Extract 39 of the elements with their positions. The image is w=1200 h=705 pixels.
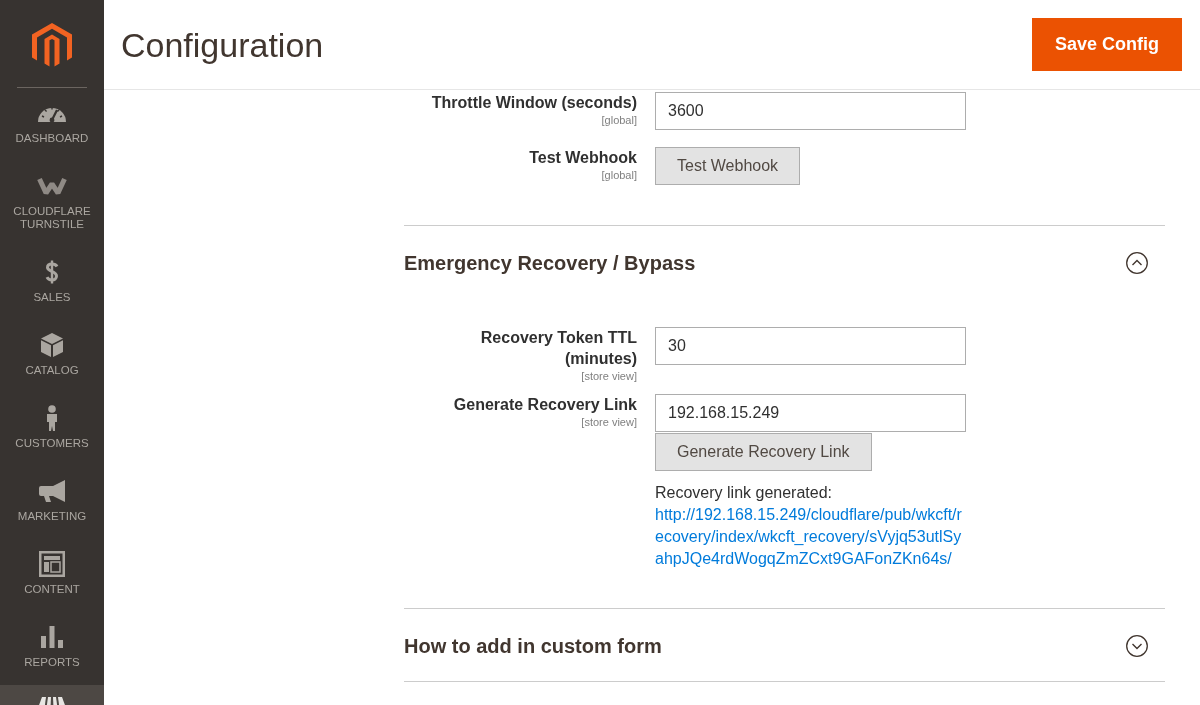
status-message: Recovery link generated: xyxy=(655,483,832,503)
scope-label: [store view] xyxy=(581,415,637,429)
sidebar-menu-item[interactable]: REPORTS xyxy=(0,612,104,685)
field-label: Throttle Window (seconds) xyxy=(431,93,637,113)
scope-label: [global] xyxy=(601,168,637,182)
sidebar-menu-item[interactable] xyxy=(0,685,104,705)
megaphone-icon xyxy=(39,480,65,502)
field-label: Generate Recovery Link xyxy=(453,395,637,415)
chevron-down-circle-icon[interactable] xyxy=(1126,635,1148,657)
generate-button[interactable]: Generate Recovery Link xyxy=(655,433,872,471)
text-input[interactable]: 30 xyxy=(655,327,966,365)
sidebar-menu-item[interactable]: CLOUDFLARE TURNSTILE xyxy=(0,161,104,247)
text-input[interactable]: 3600 xyxy=(655,92,966,130)
person-icon xyxy=(46,405,58,431)
chevron-up-circle-icon[interactable] xyxy=(1126,252,1148,274)
save-config-button[interactable]: Save Config xyxy=(1032,18,1182,71)
sidebar-menu-item[interactable]: MARKETING xyxy=(0,466,104,539)
dollar-icon xyxy=(45,260,59,284)
test-button[interactable]: Test Webhook xyxy=(655,147,801,185)
sidebar-menu-item[interactable]: CONTENT xyxy=(0,539,104,612)
awning-icon xyxy=(37,697,67,705)
page-title: Configuration xyxy=(121,24,324,65)
section-title[interactable]: Emergency Recovery / Bypass xyxy=(404,249,696,277)
bar-chart-icon xyxy=(41,626,63,648)
sidebar-menu-item[interactable]: CATALOG xyxy=(0,320,104,393)
sidebar-menu-item[interactable]: SALES xyxy=(0,247,104,320)
box-icon xyxy=(41,333,63,357)
field-label: Test Webhook xyxy=(529,148,637,168)
recovery-link[interactable]: http://192.168.15.249/cloudflare/pub/wkcft/recovery/index/wkcft_recovery/sVyjq53utlSyahpJQe4rdWogqZmZCxt9GAFonZKn64s/ xyxy=(655,504,966,570)
sidebar-menu-item[interactable]: DASHBOARD xyxy=(0,88,104,161)
section-title[interactable]: How to add in custom form xyxy=(404,632,662,660)
field-label: Recovery Token TTL (minutes) xyxy=(479,328,637,369)
text-input[interactable]: 192.168.15.249 xyxy=(655,394,966,432)
scope-label: [global] xyxy=(601,113,637,127)
hexagon-logo-icon[interactable] xyxy=(32,23,72,69)
scope-label: [store view] xyxy=(581,369,637,383)
layout-icon xyxy=(39,551,65,577)
sidebar-menu-item[interactable]: CUSTOMERS xyxy=(0,393,104,466)
zigzag-icon xyxy=(36,176,68,196)
